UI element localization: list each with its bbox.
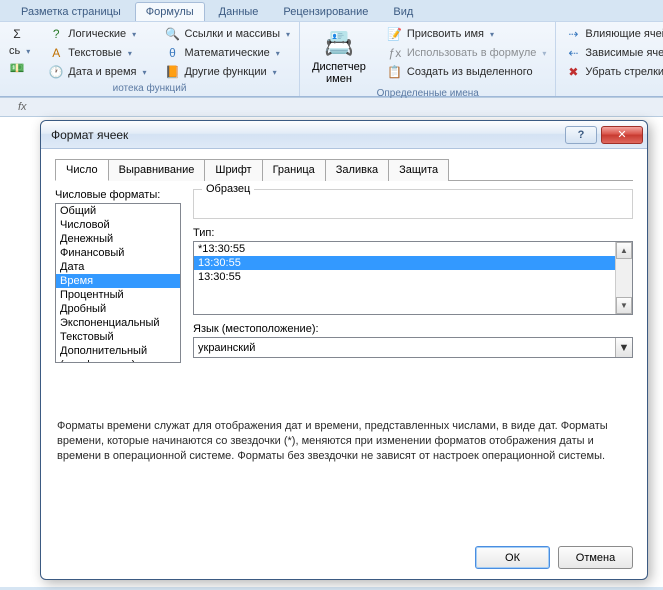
type-scrollbar[interactable]: ▲ ▼: [615, 242, 632, 314]
fx-icon: ƒx: [387, 45, 403, 61]
chevron-down-icon: ▼: [619, 342, 630, 354]
btn-trace-precedents[interactable]: ⇢Влияющие ячейки: [562, 25, 663, 43]
btn-create-selection[interactable]: 📋Создать из выделенного: [384, 63, 550, 81]
trace-dep-icon: ⇠: [565, 45, 581, 61]
btn-math[interactable]: θМатематические▾: [161, 44, 293, 62]
ok-button[interactable]: ОК: [475, 546, 550, 569]
logical-icon: ?: [48, 26, 64, 42]
btn-lookup[interactable]: 🔍Ссылки и массивы▾: [161, 25, 293, 43]
text-icon: A: [48, 45, 64, 61]
locale-label: Язык (местоположение):: [193, 323, 633, 335]
tab-border[interactable]: Граница: [262, 159, 326, 181]
group-title-audit: [562, 93, 663, 94]
cancel-button[interactable]: Отмена: [558, 546, 633, 569]
trace-prec-icon: ⇢: [565, 26, 581, 42]
format-item[interactable]: Дробный: [56, 302, 180, 316]
btn-text[interactable]: AТекстовые▾: [45, 44, 149, 62]
create-sel-icon: 📋: [387, 64, 403, 80]
tab-protection[interactable]: Защита: [388, 159, 449, 181]
format-item[interactable]: Время: [56, 274, 180, 288]
btn-trace-dependents[interactable]: ⇠Зависимые ячейки: [562, 44, 663, 62]
finance-icon: 💵: [9, 60, 25, 76]
type-item[interactable]: 13:30:55: [194, 270, 615, 284]
format-item[interactable]: Общий: [56, 204, 180, 218]
format-cells-dialog: Формат ячеек ? ✕ Число Выравнивание Шриф…: [40, 120, 648, 580]
formula-bar-label: fx: [18, 101, 27, 113]
format-item[interactable]: Денежный: [56, 232, 180, 246]
btn-use-formula: ƒxИспользовать в формуле▾: [384, 44, 550, 62]
tab-font[interactable]: Шрифт: [204, 159, 262, 181]
math-icon: θ: [164, 45, 180, 61]
locale-input[interactable]: [194, 338, 615, 357]
format-item[interactable]: (все форматы): [56, 358, 180, 363]
format-item[interactable]: Текстовый: [56, 330, 180, 344]
ribbon-tab-review[interactable]: Рецензирование: [272, 2, 379, 21]
ribbon-tab-data[interactable]: Данные: [208, 2, 270, 21]
define-name-icon: 📝: [387, 26, 403, 42]
btn-truncated2[interactable]: сь▾: [6, 44, 33, 58]
format-item[interactable]: Числовой: [56, 218, 180, 232]
remove-arrows-icon: ✖: [565, 64, 581, 80]
formats-label: Числовые форматы:: [55, 189, 181, 201]
ribbon-tab-layout[interactable]: Разметка страницы: [10, 2, 132, 21]
type-item[interactable]: *13:30:55: [194, 242, 615, 256]
btn-datetime[interactable]: 🕐Дата и время▾: [45, 63, 149, 81]
btn-define-name[interactable]: 📝Присвоить имя▾: [384, 25, 550, 43]
ribbon-tab-view[interactable]: Вид: [382, 2, 424, 21]
format-item[interactable]: Дата: [56, 260, 180, 274]
btn-logical[interactable]: ?Логические▾: [45, 25, 149, 43]
format-item[interactable]: Дополнительный: [56, 344, 180, 358]
formats-listbox[interactable]: ОбщийЧисловойДенежныйФинансовыйДатаВремя…: [55, 203, 181, 363]
tab-number[interactable]: Число: [55, 159, 109, 181]
btn-more[interactable]: 📙Другие функции▾: [161, 63, 293, 81]
group-title-names: Определенные имена: [306, 87, 549, 99]
type-label: Тип:: [193, 227, 633, 239]
name-manager-icon: 📇: [323, 27, 355, 59]
more-icon: 📙: [164, 64, 180, 80]
scroll-up-button[interactable]: ▲: [616, 242, 632, 259]
format-item[interactable]: Финансовый: [56, 246, 180, 260]
type-listbox[interactable]: *13:30:5513:30:5513:30:55 ▲ ▼: [193, 241, 633, 315]
scroll-down-button[interactable]: ▼: [616, 297, 632, 314]
clock-icon: 🕐: [48, 64, 64, 80]
btn-name-manager[interactable]: 📇 Диспетчер имен: [306, 25, 372, 87]
type-item[interactable]: 13:30:55: [194, 256, 615, 270]
sum-icon: Σ: [9, 26, 25, 42]
tab-alignment[interactable]: Выравнивание: [108, 159, 206, 181]
tab-fill[interactable]: Заливка: [325, 159, 389, 181]
description-text: Форматы времени служат для отображения д…: [55, 419, 633, 464]
locale-combo[interactable]: ▼: [193, 337, 633, 358]
group-title-lib: иотека функций: [6, 82, 293, 94]
format-item[interactable]: Экспоненциальный: [56, 316, 180, 330]
ribbon-tab-formulas[interactable]: Формулы: [135, 2, 205, 21]
btn-truncated3[interactable]: 💵: [6, 59, 33, 77]
btn-truncated[interactable]: Σ: [6, 25, 33, 43]
locale-dropdown-button[interactable]: ▼: [615, 338, 632, 357]
help-button[interactable]: ?: [565, 126, 597, 144]
lookup-icon: 🔍: [164, 26, 180, 42]
help-icon: ?: [578, 129, 585, 141]
dialog-title: Формат ячеек: [51, 128, 565, 142]
format-item[interactable]: Процентный: [56, 288, 180, 302]
close-icon: ✕: [617, 128, 626, 141]
btn-remove-arrows[interactable]: ✖Убрать стрелки▾: [562, 63, 663, 81]
sample-label: Образец: [202, 183, 254, 195]
close-button[interactable]: ✕: [601, 126, 643, 144]
